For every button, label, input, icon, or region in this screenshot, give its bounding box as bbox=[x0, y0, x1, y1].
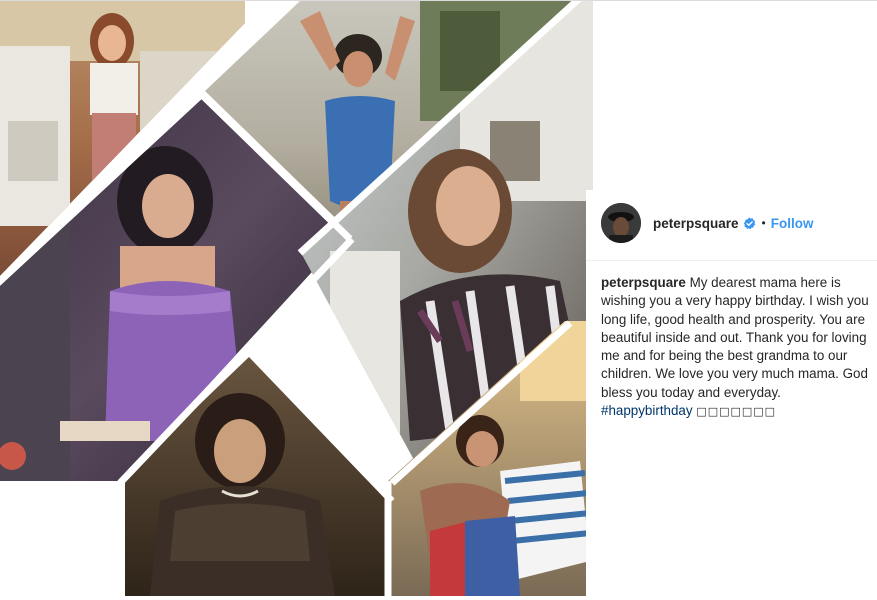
caption-emoji: □□□□□□□ bbox=[696, 405, 777, 419]
verified-badge-icon bbox=[743, 216, 755, 229]
post-header: peterpsquare • Follow bbox=[586, 190, 877, 261]
caption-text: My dearest mama here is wishing you a ve… bbox=[601, 275, 869, 400]
avatar-image bbox=[601, 203, 641, 243]
instagram-post-embed: peterpsquare • Follow peterpsquare My de… bbox=[0, 0, 877, 600]
caption-username[interactable]: peterpsquare bbox=[601, 275, 686, 290]
follow-button[interactable]: Follow bbox=[771, 216, 814, 231]
post-image-collage[interactable] bbox=[0, 1, 593, 596]
profile-avatar[interactable] bbox=[601, 203, 641, 243]
header-username[interactable]: peterpsquare bbox=[653, 216, 739, 231]
header-user-line: peterpsquare • Follow bbox=[653, 213, 813, 233]
caption-hashtag[interactable]: #happybirthday bbox=[601, 403, 693, 418]
post-side-panel: peterpsquare • Follow peterpsquare My de… bbox=[586, 190, 877, 600]
post-caption: peterpsquare My dearest mama here is wis… bbox=[601, 274, 871, 421]
header-separator: • bbox=[761, 216, 766, 230]
collage-canvas bbox=[0, 1, 593, 596]
